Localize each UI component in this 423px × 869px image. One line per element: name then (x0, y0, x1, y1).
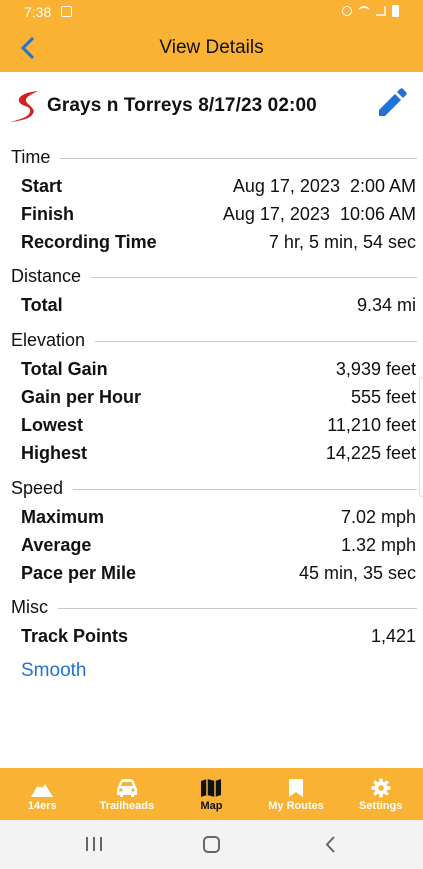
edit-pencil-icon[interactable] (375, 86, 409, 120)
stat-row-recording-time: Recording Time 7 hr, 5 min, 54 sec (21, 232, 416, 256)
nav-label: 14ers (27, 800, 57, 812)
stat-value: 7.02 mph (340, 507, 416, 527)
stat-row-start: Start Aug 17, 2023 2:00 AM (21, 176, 416, 200)
system-nav-bar (0, 820, 423, 869)
stat-label: Finish (21, 204, 74, 224)
divider (91, 277, 417, 278)
nav-item-settings[interactable]: Settings (338, 768, 423, 820)
track-logo-icon (10, 91, 38, 122)
stat-label: Track Points (21, 626, 129, 646)
stat-row-track-points: Track Points 1,421 (21, 626, 416, 650)
stat-label: Average (21, 535, 92, 555)
section-distance-header: Distance (11, 266, 417, 287)
section-time-header: Time (11, 147, 417, 168)
section-misc-header: Misc (11, 597, 417, 618)
stat-label: Highest (21, 443, 88, 463)
stat-row-total: Total 9.34 mi (21, 295, 416, 319)
stat-value: 1.32 mph (340, 535, 416, 555)
divider (58, 608, 417, 609)
divider (95, 341, 417, 342)
status-icons (342, 5, 399, 17)
section-title: Speed (11, 478, 64, 498)
section-title: Time (11, 147, 51, 167)
signal-icon (376, 6, 386, 16)
nav-item-my-routes[interactable]: My Routes (254, 768, 339, 820)
bottom-nav: 14ers Trailheads Map My Routes Settings (0, 768, 423, 820)
stat-value: 11,210 feet (327, 415, 416, 435)
page-title: View Details (159, 37, 264, 58)
section-title: Misc (11, 597, 48, 617)
stat-label: Total Gain (21, 359, 108, 379)
nav-label: Trailheads (99, 800, 155, 812)
stat-value: Aug 17, 2023 2:00 AM (232, 176, 416, 196)
stat-row-total-gain: Total Gain 3,939 feet (21, 359, 416, 383)
map-icon (201, 779, 222, 797)
scrollbar-handle[interactable] (419, 377, 423, 497)
status-bar: 7:38 (0, 0, 423, 24)
track-name: Grays n Torreys 8/17/23 02:00 (47, 95, 317, 116)
stat-value: 3,939 feet (335, 359, 416, 379)
stat-label: Recording Time (21, 232, 157, 252)
track-header: Grays n Torreys 8/17/23 02:00 (0, 86, 423, 126)
nav-item-map[interactable]: Map (169, 768, 254, 820)
home-button[interactable] (203, 836, 220, 853)
photo-notification-icon (61, 6, 72, 17)
nav-item-14ers[interactable]: 14ers (0, 768, 85, 820)
recents-button[interactable] (86, 837, 102, 851)
nav-label: My Routes (268, 800, 324, 812)
section-title: Elevation (11, 330, 86, 350)
car-icon (116, 779, 137, 797)
stat-label: Start (21, 176, 63, 196)
nav-label: Settings (358, 800, 403, 812)
stat-row-gain-per-hour: Gain per Hour 555 feet (21, 387, 416, 411)
stat-row-lowest: Lowest 11,210 feet (21, 415, 416, 439)
section-elevation-header: Elevation (11, 330, 417, 351)
mountain-icon (31, 783, 54, 797)
system-back-icon[interactable] (324, 836, 336, 853)
stat-value: Aug 17, 2023 10:06 AM (222, 204, 416, 224)
battery-icon (392, 5, 399, 17)
stat-value: 7 hr, 5 min, 54 sec (268, 232, 416, 252)
stat-value: 1,421 (370, 626, 416, 646)
stat-row-average: Average 1.32 mph (21, 535, 416, 559)
alarm-icon (342, 6, 352, 16)
stat-label: Lowest (21, 415, 84, 435)
details-content[interactable]: Grays n Torreys 8/17/23 02:00 Time Start… (0, 72, 423, 768)
stat-row-maximum: Maximum 7.02 mph (21, 507, 416, 531)
stat-label: Pace per Mile (21, 563, 137, 583)
bookmark-icon (289, 779, 304, 797)
smooth-link[interactable]: Smooth (21, 660, 86, 682)
divider (73, 489, 417, 490)
nav-item-trailheads[interactable]: Trailheads (85, 768, 170, 820)
stat-row-highest: Highest 14,225 feet (21, 443, 416, 467)
section-title: Distance (11, 266, 82, 286)
stat-label: Total (21, 295, 63, 315)
stat-label: Gain per Hour (21, 387, 142, 407)
app-bar: View Details (0, 24, 423, 72)
stat-row-pace-per-mile: Pace per Mile 45 min, 35 sec (21, 563, 416, 587)
stat-value: 45 min, 35 sec (298, 563, 416, 583)
stat-row-finish: Finish Aug 17, 2023 10:06 AM (21, 204, 416, 228)
stat-value: 9.34 mi (356, 295, 416, 315)
stat-value: 14,225 feet (325, 443, 416, 463)
gear-icon (371, 778, 391, 798)
stat-label: Maximum (21, 507, 105, 527)
wifi-icon (358, 6, 370, 16)
nav-label: Map (200, 800, 223, 812)
section-speed-header: Speed (11, 478, 417, 499)
divider (60, 158, 417, 159)
status-time: 7:38 (24, 4, 52, 20)
stat-value: 555 feet (350, 387, 416, 407)
